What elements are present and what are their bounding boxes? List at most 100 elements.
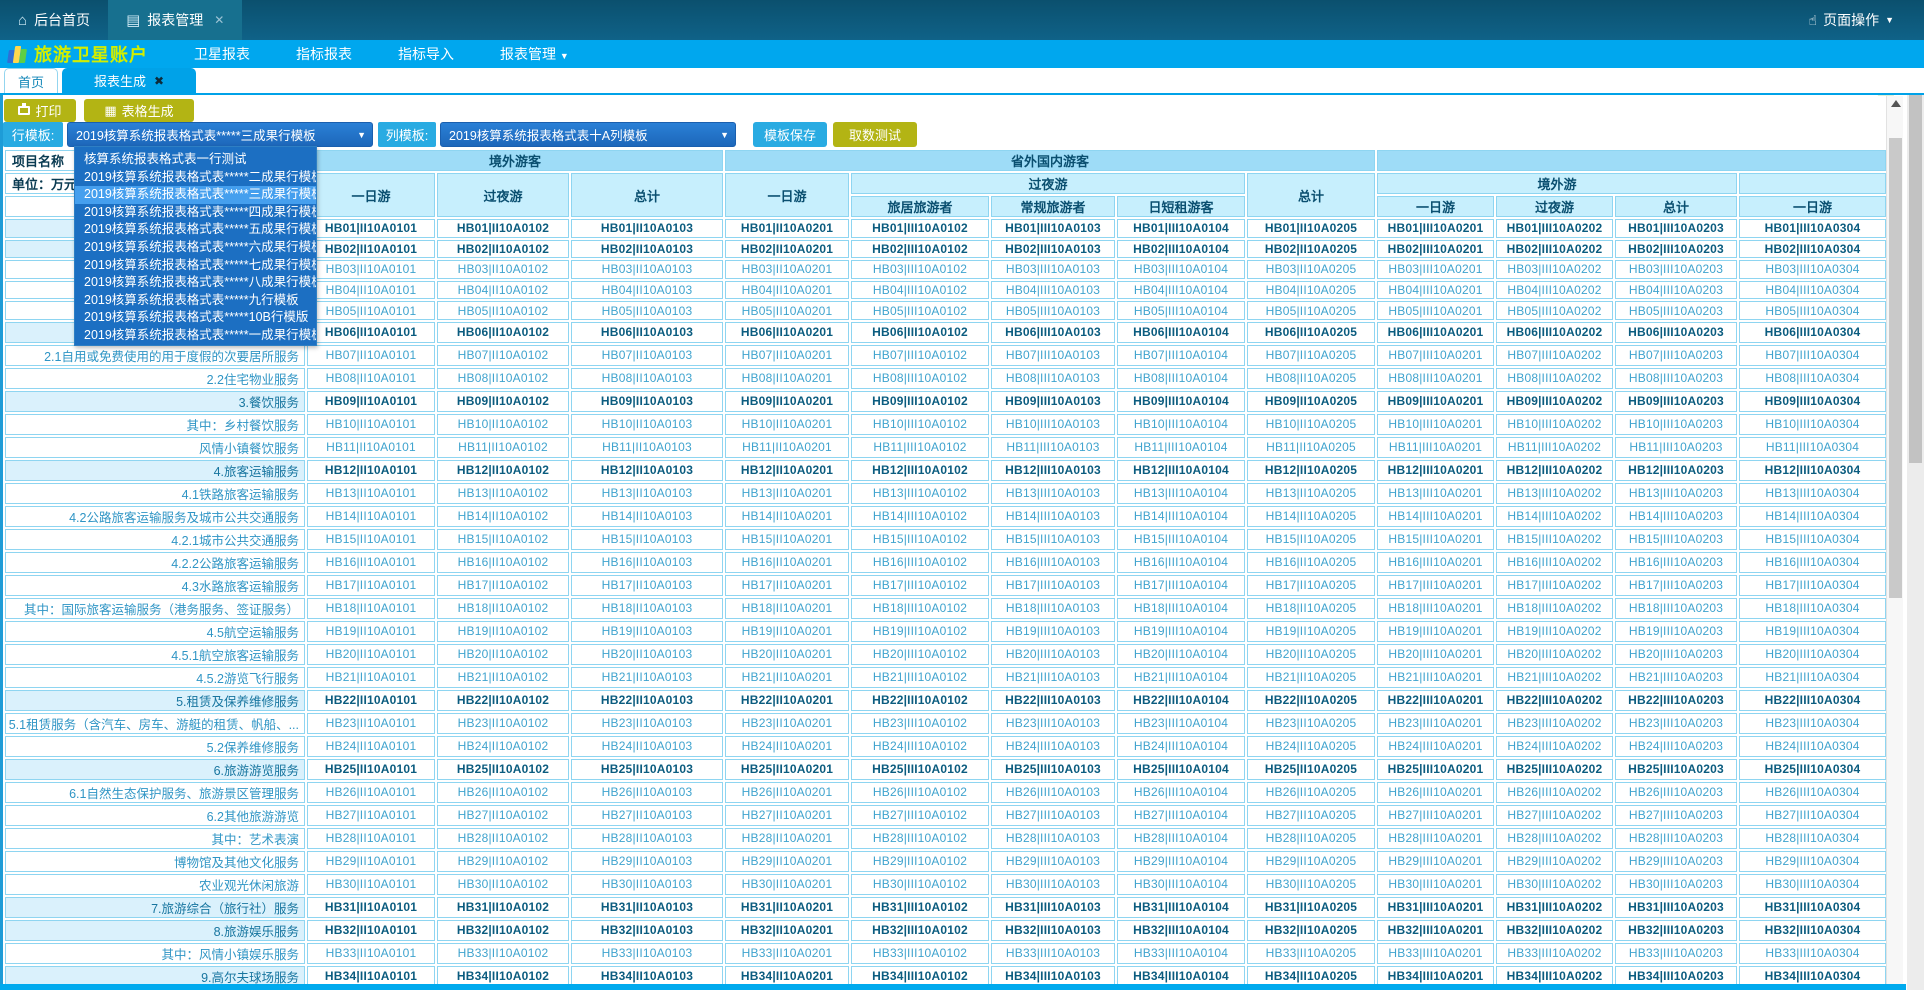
tab-home[interactable]: 首页: [4, 68, 58, 93]
code-cell: HB22|III10A0201: [1377, 690, 1494, 711]
dropdown-option[interactable]: 2019核算系统报表格式表*****10B行模版: [75, 309, 316, 327]
code-cell: HB33|III10A0304: [1739, 943, 1886, 964]
close-icon[interactable]: ✕: [214, 13, 224, 27]
template-save-button[interactable]: 模板保存: [753, 122, 827, 147]
code-cell: HB12|III10A0201: [1377, 460, 1494, 481]
code-cell: HB25|II10A0102: [437, 759, 569, 780]
table-row: 风情小镇餐饮服务HB11|II10A0101HB11|II10A0102HB11…: [5, 437, 1886, 458]
table-row: 4.2.1城市公共交通服务HB15|II10A0101HB15|II10A010…: [5, 529, 1886, 550]
dropdown-option[interactable]: 2019核算系统报表格式表*****二成果行模板: [75, 169, 316, 187]
dropdown-option[interactable]: 核算系统报表格式表一行测试: [75, 151, 316, 169]
code-cell: HB15|II10A0103: [571, 529, 723, 550]
fetch-test-button[interactable]: 取数测试: [833, 122, 917, 147]
tab-report-generate[interactable]: 报表生成 ✖: [62, 68, 196, 93]
code-cell: HB15|III10A0202: [1496, 529, 1613, 550]
code-cell: HB08|III10A0102: [851, 368, 989, 389]
code-cell: HB04|II10A0201: [725, 281, 849, 300]
dropdown-option[interactable]: 2019核算系统报表格式表*****四成果行模板: [75, 204, 316, 222]
scrollbar-thumb[interactable]: [1909, 73, 1922, 463]
code-cell: HB24|III10A0202: [1496, 736, 1613, 757]
code-cell: HB21|III10A0102: [851, 667, 989, 688]
code-cell: HB33|III10A0201: [1377, 943, 1494, 964]
table-row: 农业观光休闲旅游HB30|II10A0101HB30|II10A0102HB30…: [5, 874, 1886, 895]
code-cell: HB06|III10A0203: [1615, 322, 1737, 343]
code-cell: HB04|III10A0103: [991, 281, 1115, 300]
code-cell: HB27|III10A0104: [1117, 805, 1245, 826]
printer-icon: [18, 106, 30, 115]
page-operations-menu[interactable]: ☝ 页面操作 ▼: [1797, 0, 1924, 40]
dropdown-option[interactable]: 2019核算系统报表格式表*****一成果行模板: [75, 327, 316, 345]
code-cell: HB28|III10A0304: [1739, 828, 1886, 849]
code-cell: HB30|III10A0202: [1496, 874, 1613, 895]
code-cell: HB27|III10A0203: [1615, 805, 1737, 826]
code-cell: HB16|II10A0101: [307, 552, 435, 573]
code-cell: HB24|III10A0104: [1117, 736, 1245, 757]
code-cell: HB28|II10A0103: [571, 828, 723, 849]
code-cell: HB09|III10A0201: [1377, 391, 1494, 412]
code-cell: HB07|III10A0104: [1117, 345, 1245, 366]
scroll-up-arrow-icon[interactable]: [1891, 100, 1901, 107]
tab-report-management[interactable]: ▤ 报表管理 ✕: [108, 0, 242, 40]
nav-item-satellite-reports[interactable]: 卫星报表: [194, 44, 250, 64]
code-cell: HB27|II10A0201: [725, 805, 849, 826]
code-cell: HB11|III10A0202: [1496, 437, 1613, 458]
code-cell: HB13|III10A0202: [1496, 483, 1613, 504]
code-cell: HB12|II10A0205: [1247, 460, 1375, 481]
tab-backend-home[interactable]: ⌂ 后台首页: [0, 0, 108, 40]
code-cell: HB20|II10A0103: [571, 644, 723, 665]
dropdown-option[interactable]: 2019核算系统报表格式表*****八成果行模板: [75, 274, 316, 292]
col-header-overnight-group: 过夜游: [851, 173, 1245, 194]
code-cell: HB10|II10A0201: [725, 414, 849, 435]
dropdown-option[interactable]: 2019核算系统报表格式表*****五成果行模板: [75, 221, 316, 239]
code-cell: HB10|III10A0103: [991, 414, 1115, 435]
code-cell: HB07|III10A0203: [1615, 345, 1737, 366]
row-template-select[interactable]: 2019核算系统报表格式表*****三成果行模板 ▼: [67, 122, 373, 147]
code-cell: HB21|III10A0304: [1739, 667, 1886, 688]
tab-report-management-label: 报表管理: [147, 10, 203, 30]
code-cell: HB01|III10A0304: [1739, 219, 1886, 238]
dropdown-option[interactable]: 2019核算系统报表格式表*****六成果行模板: [75, 239, 316, 257]
table-row: 3.餐饮服务HB09|II10A0101HB09|II10A0102HB09|I…: [5, 391, 1886, 412]
code-cell: HB17|II10A0201: [725, 575, 849, 596]
code-cell: HB17|III10A0201: [1377, 575, 1494, 596]
code-cell: HB05|II10A0101: [307, 301, 435, 320]
row-label-cell: 4.2.1城市公共交通服务: [5, 529, 305, 550]
code-cell: HB15|III10A0102: [851, 529, 989, 550]
code-cell: HB19|III10A0304: [1739, 621, 1886, 642]
code-cell: HB24|III10A0304: [1739, 736, 1886, 757]
code-cell: HB20|III10A0202: [1496, 644, 1613, 665]
code-cell: HB04|III10A0104: [1117, 281, 1245, 300]
row-label-cell: 其中：风情小镇娱乐服务: [5, 943, 305, 964]
code-cell: HB08|II10A0103: [571, 368, 723, 389]
close-icon[interactable]: ✖: [154, 74, 164, 88]
chevron-down-icon: ▼: [1885, 15, 1894, 25]
code-cell: HB16|III10A0102: [851, 552, 989, 573]
scrollbar-thumb[interactable]: [1889, 138, 1902, 598]
code-cell: HB05|III10A0304: [1739, 301, 1886, 320]
code-cell: HB33|III10A0203: [1615, 943, 1737, 964]
dropdown-option[interactable]: 2019核算系统报表格式表*****三成果行模板: [75, 186, 316, 204]
code-cell: HB11|II10A0205: [1247, 437, 1375, 458]
code-cell: HB02|III10A0103: [991, 240, 1115, 259]
row-label-cell: 8.旅游娱乐服务: [5, 920, 305, 941]
code-cell: HB32|III10A0203: [1615, 920, 1737, 941]
dropdown-option[interactable]: 2019核算系统报表格式表*****七成果行模板: [75, 257, 316, 275]
table-vertical-scrollbar[interactable]: [1886, 96, 1903, 984]
code-cell: HB31|III10A0102: [851, 897, 989, 918]
col-header-day-trip: 一日游: [307, 173, 435, 217]
dropdown-option[interactable]: 2019核算系统报表格式表*****九行模板: [75, 292, 316, 310]
nav-item-indicator-reports[interactable]: 指标报表: [296, 44, 352, 64]
print-button[interactable]: 打印: [4, 99, 76, 122]
page-vertical-scrollbar[interactable]: [1907, 40, 1924, 990]
col-template-select[interactable]: 2019核算系统报表格式表十A列模板 ▼: [440, 122, 736, 147]
code-cell: HB03|III10A0202: [1496, 260, 1613, 279]
code-cell: HB09|III10A0103: [991, 391, 1115, 412]
code-cell: HB22|II10A0103: [571, 690, 723, 711]
code-cell: HB02|II10A0102: [437, 240, 569, 259]
table-generate-button[interactable]: ▦ 表格生成: [84, 99, 194, 122]
nav-item-indicator-import[interactable]: 指标导入: [398, 44, 454, 64]
nav-item-report-management[interactable]: 报表管理 ▼: [500, 44, 569, 64]
code-cell: HB30|III10A0201: [1377, 874, 1494, 895]
col-header-overseas-trip-group: 境外游: [1377, 173, 1737, 194]
code-cell: HB14|III10A0201: [1377, 506, 1494, 527]
